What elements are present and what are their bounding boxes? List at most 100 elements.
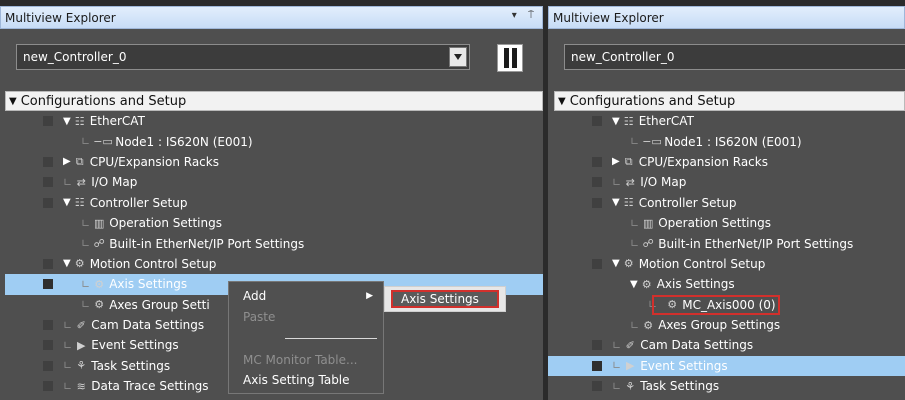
tree-item-label: Task Settings	[640, 379, 720, 394]
explorer-tree: ▼ Configurations and Setup ▼ ☷ EtherCAT …	[548, 91, 905, 396]
data-trace-icon: ≋	[76, 379, 86, 393]
tree-item-label: Built-in EtherNet/IP Port Settings	[109, 236, 305, 251]
tree-item-label: Cam Data Settings	[91, 318, 205, 333]
cam-data-icon: ✐	[76, 318, 86, 332]
status-square	[592, 360, 602, 371]
tree-item-label: Axis Settings	[656, 277, 735, 292]
chevron-down-icon[interactable]	[449, 47, 467, 67]
expand-down-icon[interactable]: ▼	[63, 116, 71, 127]
tree-item-axis-settings[interactable]: ▼ ⚙ Axis Settings	[554, 274, 905, 294]
section-label: Configurations and Setup	[569, 93, 736, 109]
menu-item-add[interactable]: Add ▶	[229, 286, 383, 306]
rack-icon: ⧉	[75, 154, 84, 168]
tree-item-label: Event Settings	[640, 358, 728, 373]
controller-select[interactable]: new_Controller_0	[564, 44, 905, 70]
tree-item-node1[interactable]: ∟ −▭ Node1 : IS620N (E001)	[5, 131, 543, 151]
tree-item-operation-settings[interactable]: ∟ ▥ Operation Settings	[5, 213, 543, 233]
ethercat-icon: ☷	[74, 114, 85, 128]
controller-select[interactable]: new_Controller_0	[16, 44, 470, 70]
ethernet-port-icon: ☍	[93, 237, 105, 251]
status-square	[592, 156, 602, 167]
tree-item-label: Operation Settings	[109, 216, 222, 231]
tree-item-label: Data Trace Settings	[91, 379, 209, 394]
collapse-triangle-icon[interactable]: ▼	[558, 96, 566, 107]
tree-item-label: Axes Group Setti	[109, 297, 210, 312]
status-square	[592, 197, 602, 208]
section-label: Configurations and Setup	[20, 93, 187, 109]
tree-item-mc-axis000[interactable]: ∟ ⚙ MC_Axis000 (0)	[554, 294, 905, 315]
collapse-triangle-icon[interactable]: ▼	[9, 96, 17, 107]
tree-item-cpu-racks[interactable]: ▶ ⧉ CPU/Expansion Racks	[5, 152, 543, 172]
menu-item-label: Paste	[243, 310, 276, 324]
panel-titlebar: Multiview Explorer ▾ ⍑	[0, 6, 543, 29]
tree-item-label: Node1 : IS620N (E001)	[115, 134, 253, 149]
status-square	[592, 258, 602, 269]
status-square	[43, 360, 53, 371]
expand-down-icon[interactable]: ▼	[612, 116, 620, 127]
expand-down-icon[interactable]: ▼	[630, 279, 638, 290]
tree-item-ethercat[interactable]: ▼ ☷ EtherCAT	[5, 111, 543, 131]
status-square	[43, 116, 53, 126]
tree-item-ethernet-ip[interactable]: ∟ ☍ Built-in EtherNet/IP Port Settings	[554, 233, 905, 253]
tree-branch-line: ∟	[630, 216, 640, 230]
controller-select-value: new_Controller_0	[23, 50, 127, 64]
event-flag-icon: ▶	[76, 338, 86, 352]
axis-settings-icon: ⚙	[94, 277, 105, 291]
panel-title: Multiview Explorer	[553, 10, 664, 25]
tree-item-motion-control[interactable]: ▼ ⚙ Motion Control Setup	[5, 254, 543, 274]
controller-setup-icon: ☷	[623, 196, 634, 210]
submenu-item-axis-settings[interactable]: Axis Settings	[391, 290, 499, 308]
tree-item-ethernet-ip[interactable]: ∟ ☍ Built-in EtherNet/IP Port Settings	[5, 233, 543, 253]
pin-icon[interactable]: ▾ ⍑	[512, 10, 538, 21]
menu-item-label: Axis Settings	[401, 292, 479, 306]
tree-item-controller-setup[interactable]: ▼ ☷ Controller Setup	[554, 193, 905, 213]
status-square	[592, 381, 602, 392]
cam-data-icon: ✐	[625, 338, 635, 352]
motion-control-icon: ⚙	[74, 257, 85, 271]
expand-right-icon[interactable]: ▶	[63, 156, 71, 167]
tree-item-io-map[interactable]: ∟ ⇄ I/O Map	[5, 172, 543, 192]
panel-titlebar: Multiview Explorer	[548, 6, 905, 29]
tree-item-label: Motion Control Setup	[638, 256, 766, 271]
expand-down-icon[interactable]: ▼	[612, 258, 620, 269]
expand-right-icon[interactable]: ▶	[612, 156, 620, 167]
tree-branch-line: ∟	[81, 216, 91, 230]
tree-item-cpu-racks[interactable]: ▶ ⧉ CPU/Expansion Racks	[554, 152, 905, 172]
status-square	[43, 381, 53, 392]
tree-item-io-map[interactable]: ∟ ⇄ I/O Map	[554, 172, 905, 192]
event-flag-icon: ▶	[625, 359, 635, 373]
tree-branch-line: ∟	[612, 175, 622, 189]
tree-item-event-settings[interactable]: ∟ ▶ Event Settings	[548, 355, 905, 377]
tree-item-controller-setup[interactable]: ▼ ☷ Controller Setup	[5, 193, 543, 213]
tree-item-axes-group[interactable]: ∟ ⚙ Axes Group Settings	[554, 315, 905, 335]
tree-item-task-settings[interactable]: ∟ ⚘ Task Settings	[554, 376, 905, 396]
controller-select-value: new_Controller_0	[571, 50, 675, 64]
tree-item-label: Axis Settings	[109, 277, 188, 292]
section-configurations-setup[interactable]: ▼ Configurations and Setup	[554, 91, 905, 111]
expand-down-icon[interactable]: ▼	[63, 258, 71, 269]
status-square	[43, 197, 53, 208]
tree-item-cam-data[interactable]: ∟ ✐ Cam Data Settings	[554, 335, 905, 355]
menu-item-label: Axis Setting Table	[243, 373, 350, 387]
section-configurations-setup[interactable]: ▼ Configurations and Setup	[5, 91, 543, 111]
tree-item-label: Task Settings	[91, 358, 171, 373]
status-square	[43, 177, 53, 188]
tree-item-ethercat[interactable]: ▼ ☷ EtherCAT	[554, 111, 905, 131]
menu-item-label: MC Monitor Table...	[243, 353, 358, 367]
axes-group-icon: ⚙	[643, 318, 654, 332]
tree-item-motion-control[interactable]: ▼ ⚙ Motion Control Setup	[554, 254, 905, 274]
tree-item-label: Motion Control Setup	[89, 256, 217, 271]
controller-device-icon[interactable]	[497, 44, 523, 72]
tree-item-label: Built-in EtherNet/IP Port Settings	[658, 236, 854, 251]
task-settings-icon: ⚘	[76, 359, 87, 373]
expand-down-icon[interactable]: ▼	[63, 197, 71, 208]
tree-item-node1[interactable]: ∟ −▭ Node1 : IS620N (E001)	[554, 131, 905, 151]
tree-item-operation-settings[interactable]: ∟ ▥ Operation Settings	[554, 213, 905, 233]
menu-item-axis-setting-table[interactable]: Axis Setting Table	[229, 370, 383, 390]
tree-item-label: CPU/Expansion Racks	[638, 154, 768, 169]
tree-branch-line: ∟	[630, 318, 640, 332]
tree-item-label: EtherCAT	[638, 114, 694, 129]
expand-down-icon[interactable]: ▼	[612, 197, 620, 208]
status-square	[43, 279, 53, 290]
tree-branch-line: ∟	[612, 359, 622, 373]
